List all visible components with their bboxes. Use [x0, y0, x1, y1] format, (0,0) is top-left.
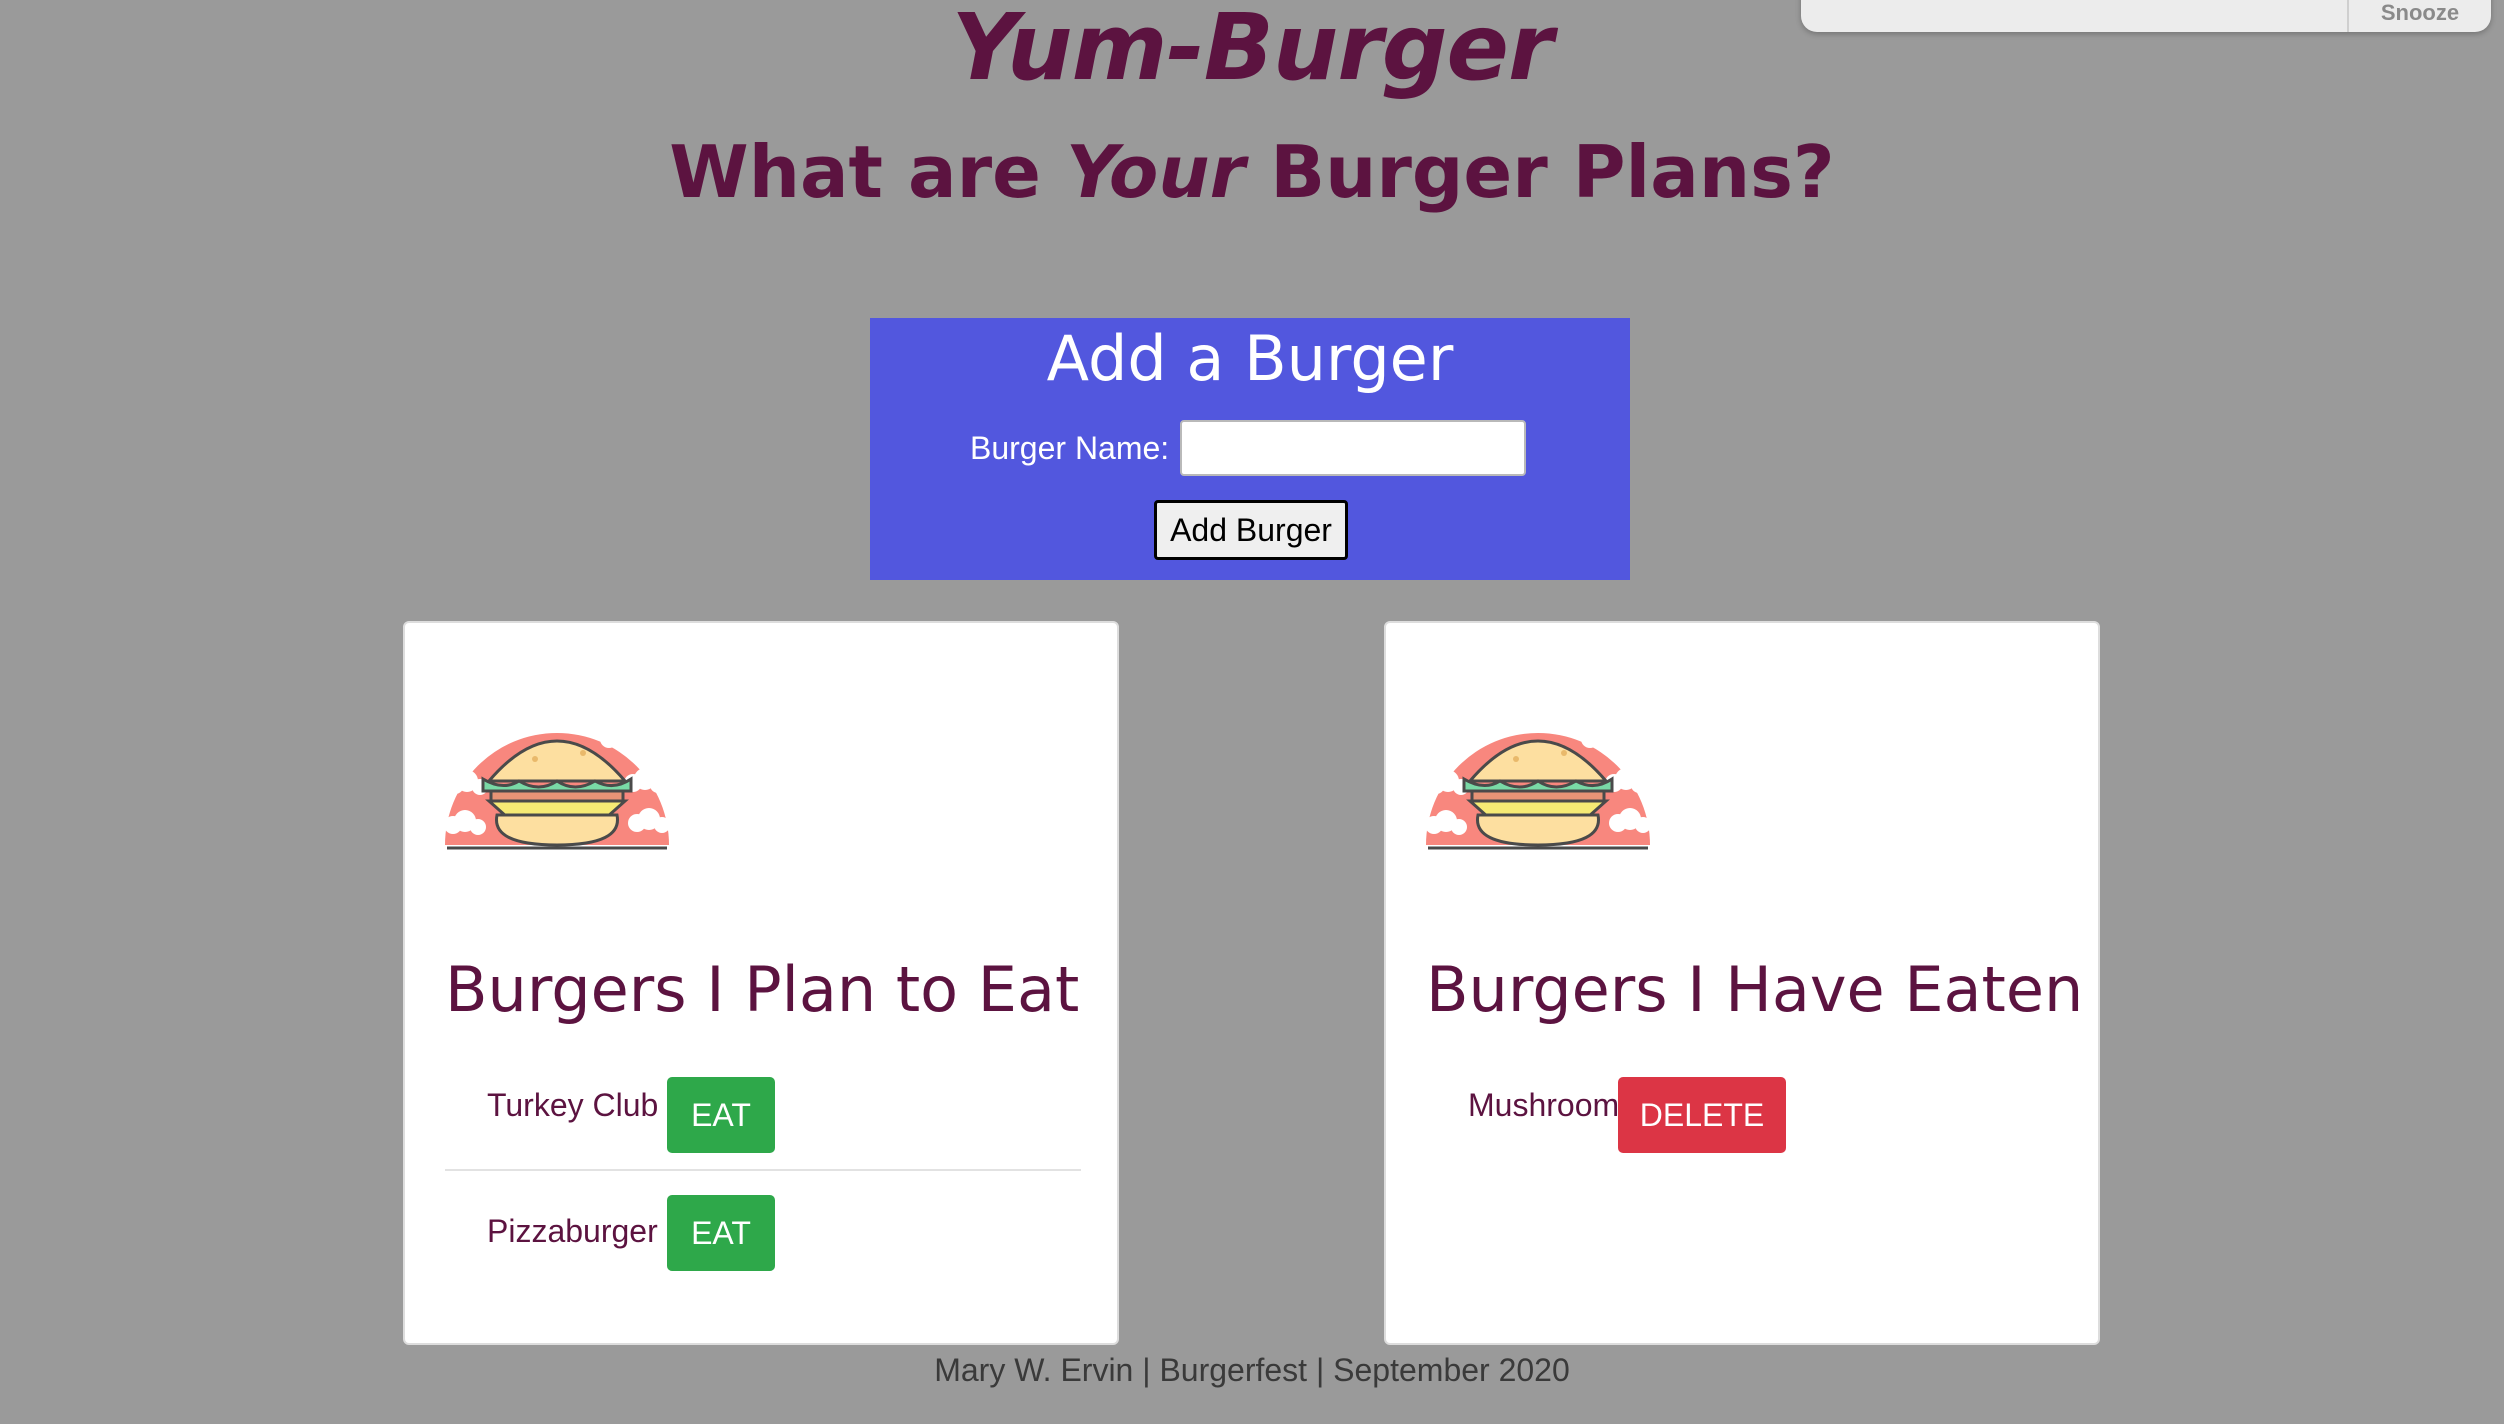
eat-button[interactable]: EAT	[667, 1077, 775, 1153]
eaten-card-title: Burgers I Have Eaten	[1426, 953, 2084, 1026]
burger-name: Turkey Club	[487, 1087, 659, 1123]
burger-name: Mushroom	[1468, 1087, 1620, 1123]
add-burger-title: Add a Burger	[1046, 322, 1454, 395]
footer-text: Mary W. Ervin | Burgerfest | September 2…	[934, 1352, 1570, 1388]
site-title: Yum-Burger	[951, 0, 1554, 101]
eat-button[interactable]: EAT	[667, 1195, 775, 1271]
burger-name-input[interactable]	[1180, 420, 1526, 476]
burger-name-label: Burger Name:	[970, 430, 1170, 466]
list-item: Mushroom DELETE	[1426, 1059, 2062, 1169]
burger-icon	[444, 695, 670, 850]
delete-button[interactable]: DELETE	[1618, 1077, 1786, 1153]
subtitle-part2: Burger Plans?	[1245, 130, 1835, 214]
burger-name: Pizzaburger	[487, 1213, 658, 1249]
have-eaten-card: Burgers I Have Eaten Mushroom DELETE	[1384, 621, 2100, 1345]
add-burger-button[interactable]: Add Burger	[1154, 500, 1348, 560]
plan-to-eat-card: Burgers I Plan to Eat Turkey Club EAT Pi…	[403, 621, 1119, 1345]
subtitle-part1: What are	[669, 130, 1067, 214]
burger-icon	[1425, 695, 1651, 850]
page-subtitle: What are Your Burger Plans?	[0, 130, 2504, 214]
list-item: Pizzaburger EAT	[445, 1185, 1081, 1295]
list-item: Turkey Club EAT	[445, 1059, 1081, 1171]
subtitle-emphasis: Your	[1066, 130, 1246, 214]
add-burger-panel: Add a Burger Burger Name: Add Burger	[870, 318, 1630, 580]
plan-card-title: Burgers I Plan to Eat	[445, 953, 1080, 1026]
